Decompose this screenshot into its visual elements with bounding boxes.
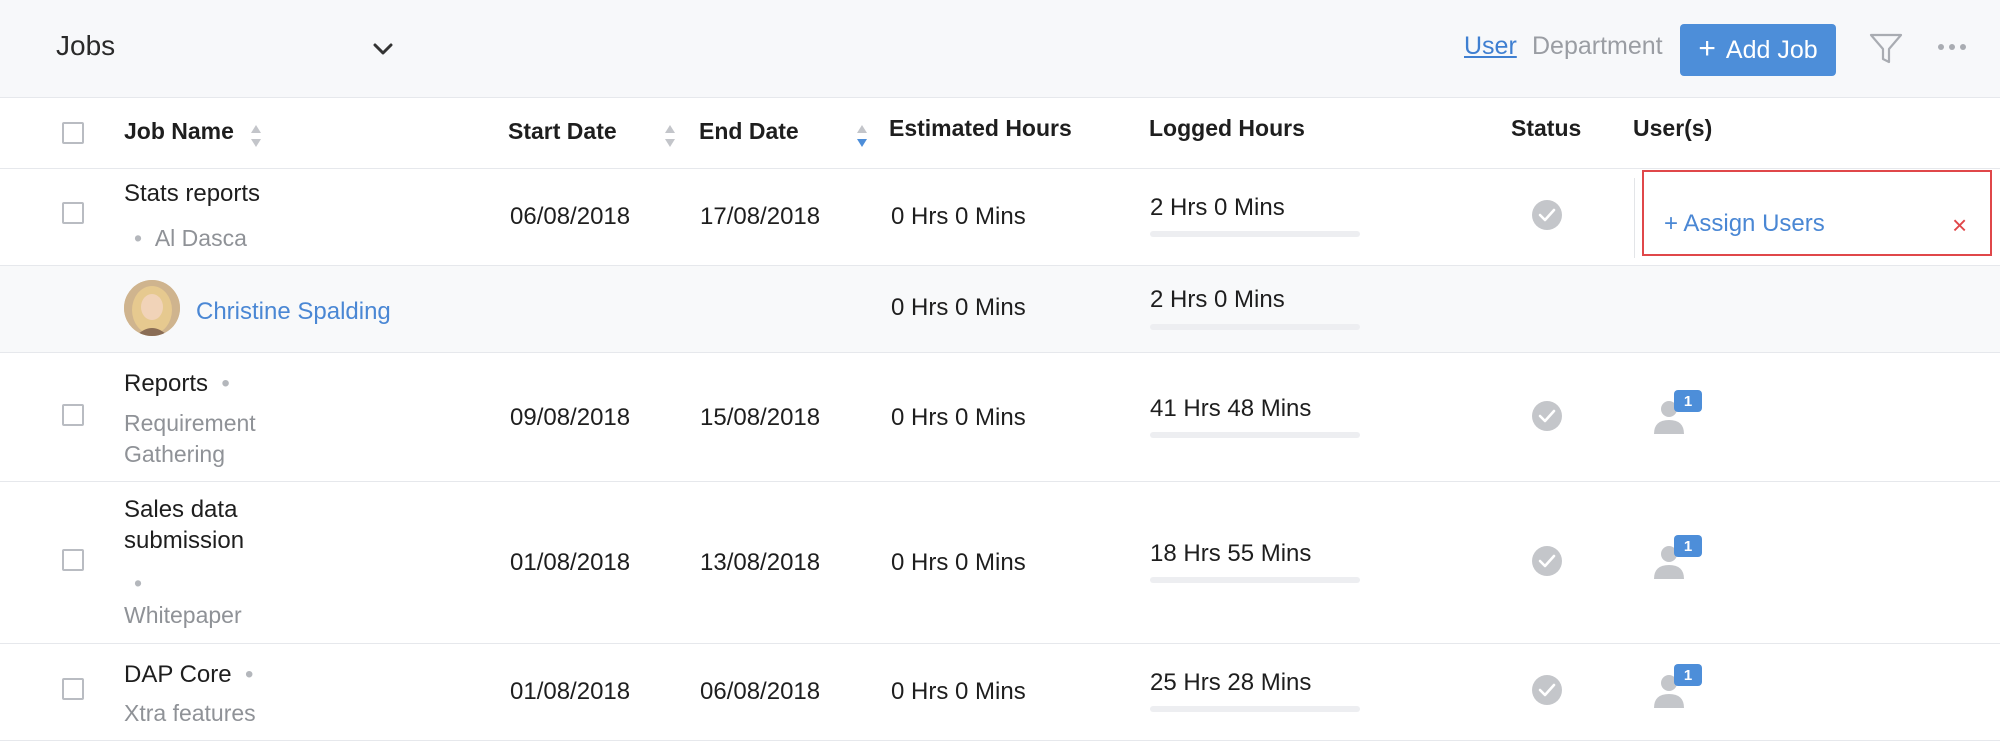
user-count-badge: 1 bbox=[1674, 664, 1702, 686]
dot-separator: • bbox=[221, 370, 230, 397]
logged-hours: 18 Hrs 55 Mins bbox=[1150, 540, 1312, 567]
column-estimated-hours[interactable]: Estimated Hours bbox=[889, 115, 1072, 142]
logged-progress-bar bbox=[1150, 432, 1360, 438]
dot-separator: • bbox=[244, 661, 254, 688]
avatar bbox=[124, 280, 180, 336]
start-date: 06/08/2018 bbox=[510, 203, 631, 230]
logged-progress-bar bbox=[1150, 577, 1360, 583]
more-icon[interactable] bbox=[1936, 40, 1968, 52]
check-circle-icon[interactable] bbox=[1532, 200, 1562, 230]
start-date: 01/08/2018 bbox=[510, 678, 631, 705]
filter-icon[interactable] bbox=[1868, 32, 1904, 66]
divider bbox=[0, 643, 2000, 644]
job-client: Requirement bbox=[124, 410, 256, 436]
job-name[interactable]: submission bbox=[124, 525, 244, 556]
divider bbox=[1634, 178, 1635, 258]
start-date: 09/08/2018 bbox=[510, 404, 631, 431]
user-count-badge: 1 bbox=[1674, 535, 1702, 557]
estimated-hours: 0 Hrs 0 Mins bbox=[891, 404, 1026, 431]
select-all-checkbox[interactable] bbox=[62, 122, 84, 144]
page-title: Jobs bbox=[56, 30, 116, 61]
dot-separator: • bbox=[134, 225, 143, 251]
divider bbox=[0, 740, 2000, 741]
job-client: Gathering bbox=[124, 441, 226, 467]
logged-hours: 2 Hrs 0 Mins bbox=[1150, 194, 1285, 221]
row-checkbox[interactable] bbox=[62, 202, 84, 224]
column-job-name[interactable]: Job Name bbox=[124, 118, 234, 145]
divider bbox=[0, 481, 2000, 482]
sort-icon[interactable] bbox=[250, 122, 262, 150]
close-icon[interactable]: × bbox=[1952, 210, 1967, 241]
end-date: 17/08/2018 bbox=[700, 203, 821, 230]
user-count-badge: 1 bbox=[1674, 390, 1702, 412]
dot-separator: • bbox=[134, 570, 143, 596]
job-name[interactable]: DAP Core • bbox=[124, 659, 253, 690]
job-title: DAP Core bbox=[124, 661, 232, 688]
logged-hours: 25 Hrs 28 Mins bbox=[1150, 669, 1312, 696]
column-users: User(s) bbox=[1633, 115, 1713, 141]
assign-users-link[interactable]: + Assign Users bbox=[1664, 210, 1825, 238]
row-checkbox[interactable] bbox=[62, 678, 84, 700]
estimated-hours: 0 Hrs 0 Mins bbox=[891, 678, 1026, 705]
logged-hours: 41 Hrs 48 Mins bbox=[1150, 395, 1312, 422]
sort-icon[interactable] bbox=[664, 122, 676, 150]
check-circle-icon[interactable] bbox=[1532, 546, 1562, 576]
divider bbox=[0, 168, 2000, 169]
dot-separator: • bbox=[134, 568, 142, 599]
end-date: 15/08/2018 bbox=[700, 404, 821, 431]
divider bbox=[0, 352, 2000, 353]
client-name: Al Dasca bbox=[154, 225, 247, 251]
view-department-link[interactable]: Department bbox=[1532, 32, 1663, 61]
end-date: 13/08/2018 bbox=[700, 549, 821, 576]
job-client: Whitepaper bbox=[124, 602, 242, 628]
column-start-date[interactable]: Start Date bbox=[508, 118, 617, 145]
start-date: 01/08/2018 bbox=[510, 549, 631, 576]
chevron-down-icon[interactable] bbox=[368, 34, 398, 64]
check-circle-icon[interactable] bbox=[1532, 401, 1562, 431]
sort-icon[interactable] bbox=[856, 122, 868, 150]
user-name-link[interactable]: Christine Spalding bbox=[196, 298, 391, 326]
job-client: Xtra features bbox=[124, 700, 256, 726]
job-title: Reports bbox=[124, 370, 209, 397]
logged-progress-bar bbox=[1150, 706, 1360, 712]
row-checkbox[interactable] bbox=[62, 404, 84, 426]
view-user-link[interactable]: User bbox=[1464, 32, 1517, 61]
plus-icon: + bbox=[1698, 31, 1716, 65]
logged-progress-bar bbox=[1150, 231, 1360, 237]
end-date: 06/08/2018 bbox=[700, 678, 821, 705]
column-status: Status bbox=[1511, 115, 1582, 141]
job-client: • Al Dasca bbox=[134, 223, 247, 254]
job-name[interactable]: Reports • bbox=[124, 368, 230, 399]
check-circle-icon[interactable] bbox=[1532, 675, 1562, 705]
add-job-label: Add Job bbox=[1725, 35, 1818, 64]
logged-progress-bar bbox=[1150, 324, 1360, 330]
add-job-button[interactable]: + Add Job bbox=[1680, 24, 1836, 76]
divider bbox=[0, 265, 2000, 266]
estimated-hours: 0 Hrs 0 Mins bbox=[891, 203, 1026, 230]
job-name[interactable]: Sales data bbox=[124, 494, 237, 525]
logged-hours: 2 Hrs 0 Mins bbox=[1150, 286, 1285, 313]
column-end-date[interactable]: End Date bbox=[699, 118, 799, 145]
job-name[interactable]: Stats reports bbox=[124, 178, 260, 209]
row-checkbox[interactable] bbox=[62, 549, 84, 571]
column-logged-hours[interactable]: Logged Hours bbox=[1149, 115, 1305, 142]
estimated-hours: 0 Hrs 0 Mins bbox=[891, 294, 1026, 321]
estimated-hours: 0 Hrs 0 Mins bbox=[891, 549, 1026, 576]
